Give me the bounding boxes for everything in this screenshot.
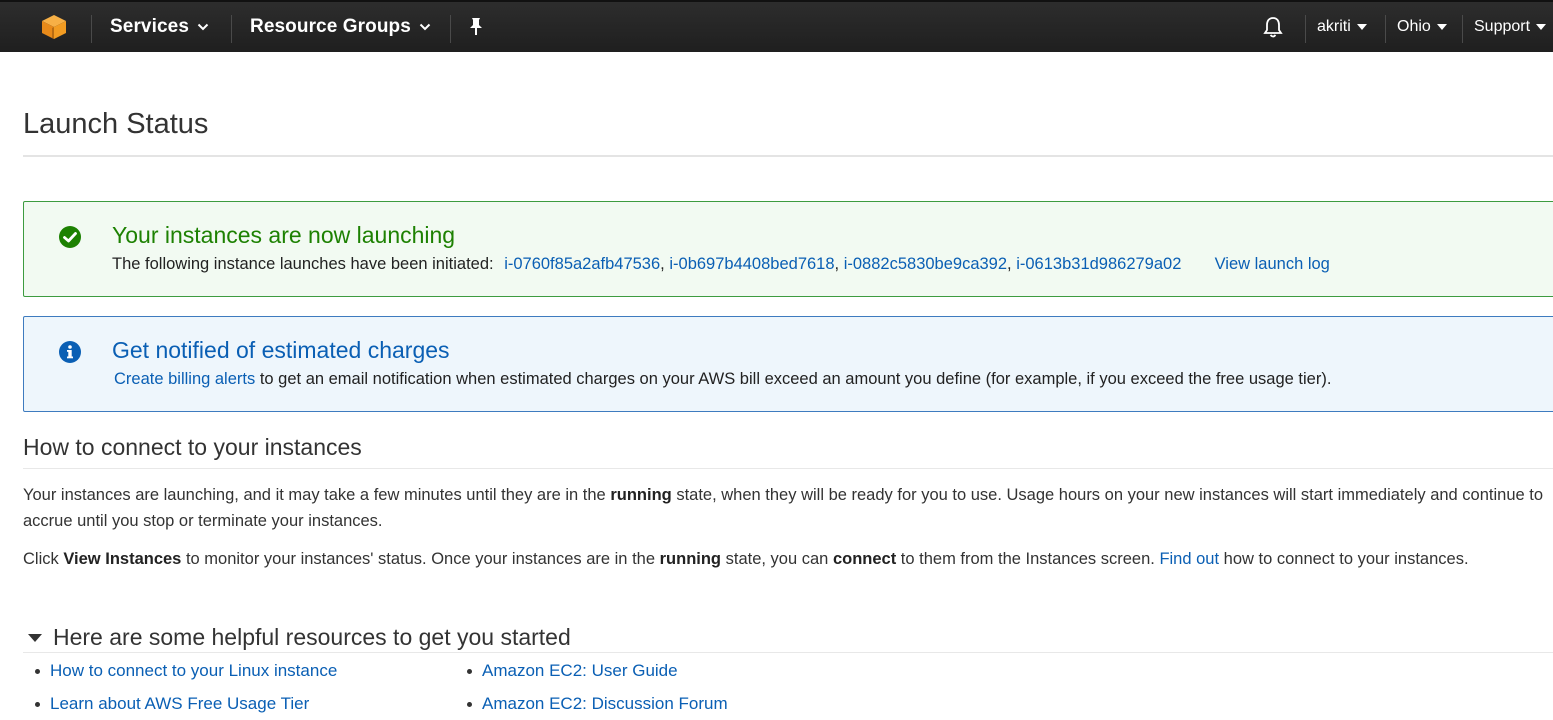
services-menu[interactable]: Services <box>110 2 209 52</box>
paragraph-text: Your instances are launching, and it may… <box>23 486 606 504</box>
launch-success-alert: Your instances are now launching The fol… <box>23 201 1553 297</box>
triangle-down-icon <box>27 633 43 643</box>
list-item: Amazon EC2: Discussion Forum <box>462 687 728 720</box>
view-launch-log-link[interactable]: View launch log <box>1215 255 1330 273</box>
billing-info-alert: Get notified of estimated charges Create… <box>23 316 1553 412</box>
billing-alert-body: Create billing alerts to get an email no… <box>114 370 1331 389</box>
resource-link[interactable]: Amazon EC2: User Guide <box>482 661 678 680</box>
chevron-down-icon <box>419 23 431 31</box>
resources-list-left: How to connect to your Linux instance Le… <box>30 654 337 720</box>
list-item: How to connect to your Linux instance <box>30 654 337 687</box>
resources-list-right: Amazon EC2: User Guide Amazon EC2: Discu… <box>462 654 728 720</box>
paragraph-text: Click <box>23 550 59 568</box>
caret-down-icon <box>1436 24 1447 30</box>
list-item: Learn about AWS Free Usage Tier <box>30 687 337 720</box>
nav-divider <box>450 15 451 43</box>
id-separator: , <box>1007 255 1012 273</box>
chevron-down-icon <box>197 23 209 31</box>
id-separator: , <box>834 255 840 273</box>
view-instances-paragraph: Click View Instances to monitor your ins… <box>23 546 1551 572</box>
resource-groups-menu[interactable]: Resource Groups <box>250 2 431 52</box>
info-circle-icon <box>59 341 81 363</box>
user-menu[interactable]: akriti <box>1317 2 1367 52</box>
list-item: Amazon EC2: User Guide <box>462 654 728 687</box>
user-label: akriti <box>1317 18 1351 35</box>
paragraph-text: to them from the Instances screen. <box>900 550 1155 568</box>
bell-icon[interactable] <box>1262 2 1284 52</box>
title-divider <box>23 155 1553 157</box>
billing-alert-text: to get an email notification when estima… <box>259 370 1332 388</box>
paragraph-text: to monitor your instances' status. Once … <box>185 550 656 568</box>
instance-id-link[interactable]: i-0613b31d986279a02 <box>1016 255 1181 273</box>
support-menu[interactable]: Support <box>1474 2 1547 52</box>
resource-link[interactable]: Amazon EC2: Discussion Forum <box>482 694 728 713</box>
check-circle-icon <box>59 226 81 248</box>
running-emphasis: running <box>610 486 672 504</box>
nav-divider <box>91 15 92 43</box>
resources-heading: Here are some helpful resources to get y… <box>53 624 571 650</box>
create-billing-alerts-link[interactable]: Create billing alerts <box>114 370 255 388</box>
billing-alert-title: Get notified of estimated charges <box>112 337 450 363</box>
caret-down-icon <box>1536 24 1547 30</box>
paragraph-text: state, you can <box>725 550 829 568</box>
view-instances-emphasis: View Instances <box>63 550 182 568</box>
caret-down-icon <box>1356 24 1367 30</box>
instance-id-link[interactable]: i-0b697b4408bed7618 <box>669 255 834 273</box>
top-navigation-bar: Services Resource Groups akriti Ohio Sup… <box>0 0 1553 52</box>
connect-section-heading: How to connect to your instances <box>23 434 362 460</box>
nav-divider <box>231 15 232 43</box>
region-menu[interactable]: Ohio <box>1397 2 1447 52</box>
paragraph-text: how to connect to your instances. <box>1223 550 1469 568</box>
running-emphasis: running <box>659 550 722 568</box>
services-label: Services <box>110 16 189 37</box>
resource-link[interactable]: Learn about AWS Free Usage Tier <box>50 694 309 713</box>
nav-divider <box>1385 15 1386 43</box>
support-label: Support <box>1474 18 1531 35</box>
resources-toggle[interactable]: Here are some helpful resources to get y… <box>27 624 571 651</box>
instance-id-link[interactable]: i-0760f85a2afb47536 <box>504 255 660 273</box>
instance-id-link[interactable]: i-0882c5830be9ca392 <box>844 255 1007 273</box>
instances-initiated-text: The following instance launches have bee… <box>112 255 494 273</box>
pin-icon[interactable] <box>467 2 485 52</box>
page-title: Launch Status <box>23 108 209 140</box>
section-divider <box>23 652 1553 653</box>
connect-emphasis: connect <box>832 550 897 568</box>
nav-divider <box>1462 15 1463 43</box>
aws-logo-icon[interactable] <box>40 2 68 52</box>
find-out-link[interactable]: Find out <box>1159 550 1219 568</box>
section-divider <box>23 468 1553 469</box>
id-separator: , <box>660 255 665 273</box>
resource-link[interactable]: How to connect to your Linux instance <box>50 661 337 680</box>
success-alert-body: The following instance launches have bee… <box>112 255 1330 274</box>
region-label: Ohio <box>1397 18 1431 35</box>
nav-divider <box>1305 15 1306 43</box>
resource-groups-label: Resource Groups <box>250 16 411 37</box>
launching-paragraph: Your instances are launching, and it may… <box>23 482 1551 534</box>
success-alert-title: Your instances are now launching <box>112 222 456 248</box>
